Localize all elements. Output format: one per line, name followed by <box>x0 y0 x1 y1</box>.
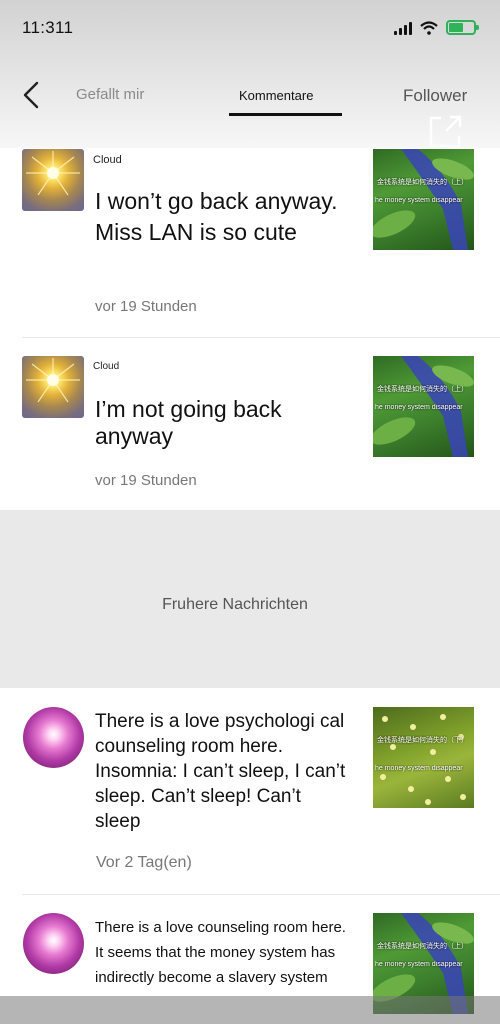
earlier-messages-section[interactable]: Fruhere Nachrichten <box>0 510 500 688</box>
comment-text: There is a love psychologi cal counselin… <box>95 711 346 832</box>
divider <box>22 894 500 895</box>
thumbnail-caption: 金钱系统是如何消失的（下） <box>377 737 468 744</box>
status-icons <box>394 20 479 35</box>
thumbnail-caption: 金钱系统是如何消失的（上） <box>377 179 468 186</box>
avatar[interactable] <box>22 149 84 211</box>
avatar[interactable] <box>23 707 84 768</box>
thumbnail-caption: he money system disappear <box>375 197 463 204</box>
earlier-messages-button[interactable]: Fruhere Nachrichten <box>0 596 470 614</box>
comment-time: vor 19 Stunden <box>95 298 197 315</box>
comment-text: I won’t go back anyway. Miss LAN is so c… <box>95 188 338 245</box>
status-time: 11:311 <box>22 18 74 37</box>
thumbnail-caption: he money system disappear <box>375 765 463 772</box>
post-thumbnail[interactable]: 金钱系统是如何消失的（上） he money system disappear <box>373 356 474 457</box>
tab-followers[interactable]: Follower <box>403 86 467 106</box>
active-tab-indicator <box>229 113 342 116</box>
tab-likes[interactable]: Gefallt mir <box>76 86 144 103</box>
comment-time: vor 19 Stunden <box>95 472 197 489</box>
tab-comments[interactable]: Kommentare <box>239 88 313 103</box>
comment-username[interactable]: Cloud <box>93 361 119 372</box>
wifi-icon <box>420 20 438 35</box>
back-arrow-icon[interactable] <box>18 80 48 110</box>
comment-time: Vor 2 Tag(en) <box>96 854 192 871</box>
avatar[interactable] <box>22 356 84 418</box>
comment-text: I’m not going back anyway <box>95 396 282 449</box>
comment-text: There is a love counseling room here. It… <box>95 919 346 986</box>
bottom-overlay <box>0 996 500 1024</box>
thumbnail-caption: 金钱系统是如何消失的（上） <box>377 386 468 393</box>
signal-icon <box>394 21 412 35</box>
post-thumbnail[interactable]: 金钱系统是如何消失的（下） he money system disappear <box>373 707 474 808</box>
external-link-icon[interactable] <box>426 113 464 151</box>
post-thumbnail[interactable]: 金钱系统是如何消失的（上） he money system disappear <box>373 149 474 250</box>
avatar[interactable] <box>23 913 84 974</box>
divider <box>22 337 500 338</box>
battery-icon <box>446 20 479 35</box>
comment-username[interactable]: Cloud <box>93 154 122 166</box>
thumbnail-caption: he money system disappear <box>375 404 463 411</box>
header: 11:311 Gefallt mir Kommentare Follower <box>0 0 500 148</box>
thumbnail-caption: he money system disappear <box>375 961 463 968</box>
thumbnail-caption: 金钱系统是如何消失的（上） <box>377 943 468 950</box>
